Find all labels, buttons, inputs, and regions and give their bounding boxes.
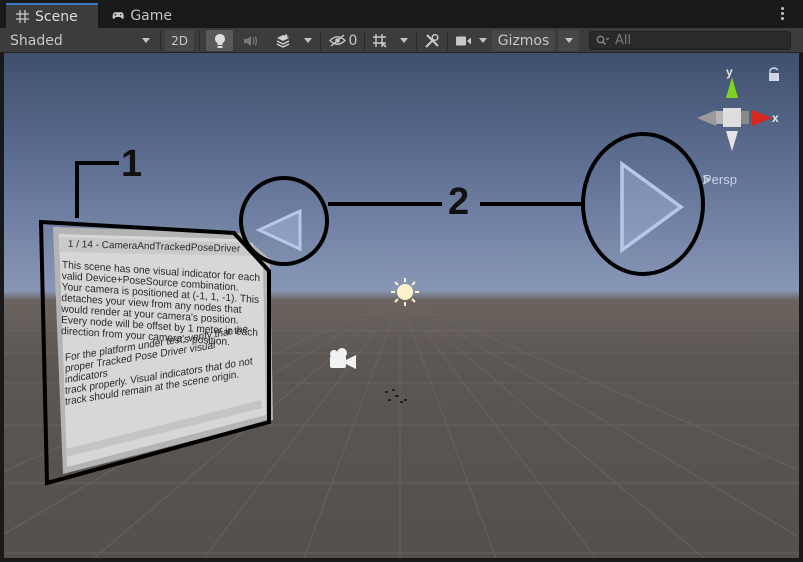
layers-icon: [276, 33, 290, 48]
hidden-count: 0: [348, 32, 358, 49]
eye-hidden-icon: [328, 34, 346, 47]
scene-viewport[interactable]: y x Persp 1 2 1 / 14 - CameraAndTrackedP…: [4, 53, 799, 558]
origin-markers: [385, 389, 407, 403]
draw-mode-label: Shaded: [10, 32, 63, 49]
annotation-label-1: 1: [121, 143, 143, 185]
wrench-icon: [425, 33, 439, 48]
tab-game-label: Game: [130, 7, 172, 24]
grid-icon: [16, 10, 29, 23]
camera-settings-button[interactable]: [452, 30, 474, 51]
tab-game[interactable]: Game: [102, 3, 182, 28]
2d-toggle-button[interactable]: 2D: [165, 30, 194, 51]
scene-toolbar: Shaded 2D 0 Gizmos All: [0, 28, 803, 53]
annotation-label-2: 2: [448, 181, 470, 223]
back-arrow-icon[interactable]: [255, 208, 302, 252]
chevron-down-icon: [400, 38, 408, 43]
chevron-down-icon: [142, 38, 150, 43]
scene-search[interactable]: [589, 31, 791, 50]
tools-button[interactable]: [420, 30, 444, 51]
gizmos-dropdown[interactable]: [558, 30, 579, 51]
camera-settings-dropdown[interactable]: [476, 30, 490, 51]
video-camera-icon: [455, 36, 471, 45]
more-options-icon[interactable]: [781, 7, 785, 20]
search-input[interactable]: [615, 33, 785, 48]
tab-bar: Scene Game: [0, 0, 803, 28]
next-arrow-icon[interactable]: [620, 160, 684, 254]
camera-gizmo-icon[interactable]: [330, 348, 356, 369]
grid-toggle-button[interactable]: [367, 30, 391, 51]
lighting-toggle-button[interactable]: [206, 30, 233, 51]
chevron-down-icon: [304, 38, 312, 43]
grid-snap-icon: [372, 34, 387, 48]
effects-dropdown[interactable]: [300, 30, 316, 51]
speaker-icon: [243, 35, 257, 46]
gizmos-label: Gizmos: [497, 32, 550, 49]
effects-toggle-button[interactable]: [268, 30, 298, 51]
orientation-gizmo[interactable]: [697, 67, 779, 185]
orientation-y-label: y: [726, 65, 733, 79]
chevron-down-icon: [564, 38, 573, 43]
audio-toggle-button[interactable]: [237, 30, 264, 51]
tab-scene-label: Scene: [35, 8, 78, 25]
search-icon: [596, 35, 609, 45]
gizmos-button[interactable]: Gizmos: [492, 30, 555, 51]
2d-label: 2D: [171, 33, 188, 48]
chevron-down-icon: [479, 38, 487, 43]
tab-scene[interactable]: Scene: [6, 3, 98, 28]
scene-visibility-toggle[interactable]: 0: [325, 30, 361, 51]
grid-dropdown[interactable]: [395, 30, 413, 51]
orientation-x-label: x: [772, 111, 779, 125]
projection-label[interactable]: Persp: [703, 172, 737, 187]
draw-mode-dropdown[interactable]: Shaded: [4, 30, 156, 51]
gamepad-icon: [112, 12, 124, 19]
bottom-border: [0, 558, 803, 562]
lightbulb-icon: [214, 33, 225, 48]
